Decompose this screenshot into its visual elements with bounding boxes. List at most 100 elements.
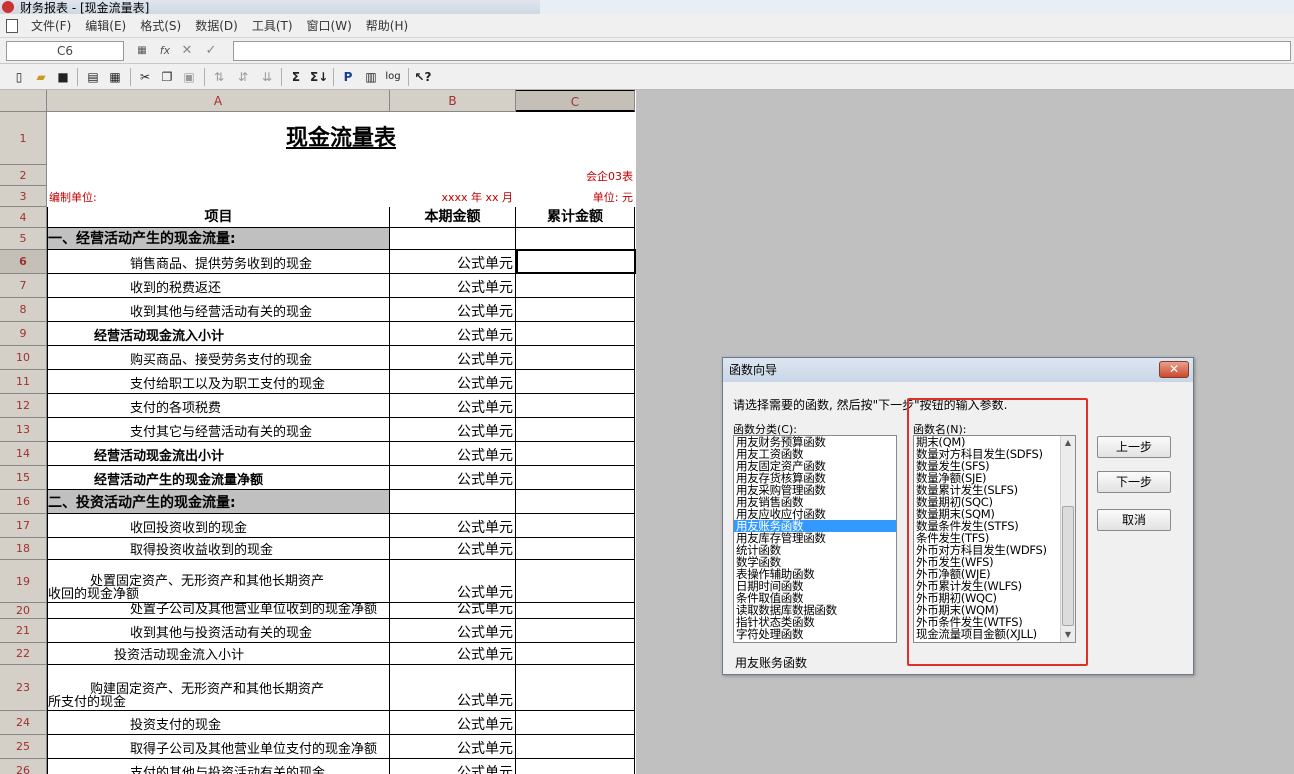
cut-icon[interactable]: ✂ xyxy=(136,68,154,86)
cell-c22[interactable] xyxy=(516,643,635,665)
close-button[interactable]: ✕ xyxy=(1159,361,1189,378)
row-header-25[interactable]: 25 xyxy=(0,735,47,759)
row-header-18[interactable]: 18 xyxy=(0,538,47,560)
filter-icon[interactable]: ⇊ xyxy=(258,68,276,86)
row-header-16[interactable]: 16 xyxy=(0,490,47,514)
cell-c20[interactable] xyxy=(516,603,635,619)
cell-b14[interactable]: 公式单元 xyxy=(390,442,516,466)
menu-file[interactable]: 文件(F) xyxy=(24,17,78,34)
cell-a19[interactable]: 处置固定资产、无形资产和其他长期资产 收回的现金净额 xyxy=(47,560,390,603)
row-header-12[interactable]: 12 xyxy=(0,394,47,418)
cell-c18[interactable] xyxy=(516,538,635,560)
cancel-icon[interactable]: ✕ xyxy=(178,42,196,60)
row-header-2[interactable]: 2 xyxy=(0,165,47,186)
new-icon[interactable]: ▯ xyxy=(10,68,28,86)
cell-a20[interactable]: 处置子公司及其他营业单位收到的现金净额 xyxy=(47,603,390,619)
cell-b7[interactable]: 公式单元 xyxy=(390,274,516,298)
cell-a23[interactable]: 购建固定资产、无形资产和其他长期资产 所支付的现金 xyxy=(47,665,390,711)
row-header-22[interactable]: 22 xyxy=(0,643,47,665)
cell-a14[interactable]: 经营活动现金流出小计 xyxy=(47,442,390,466)
cell-c8[interactable] xyxy=(516,298,635,322)
header-item[interactable]: 项目 xyxy=(47,207,390,228)
category-item[interactable]: 字符处理函数 xyxy=(734,628,896,640)
cell-c14[interactable] xyxy=(516,442,635,466)
cell-b5[interactable] xyxy=(390,228,516,250)
row-header-9[interactable]: 9 xyxy=(0,322,47,346)
menu-tools[interactable]: 工具(T) xyxy=(245,17,300,34)
row-header-3[interactable]: 3 xyxy=(0,186,47,207)
row-header-11[interactable]: 11 xyxy=(0,370,47,394)
cell-b8[interactable]: 公式单元 xyxy=(390,298,516,322)
scroll-down-icon[interactable]: ▼ xyxy=(1061,628,1075,642)
formula-input[interactable] xyxy=(233,41,1291,61)
cell-a21[interactable]: 收到其他与投资活动有关的现金 xyxy=(47,619,390,643)
unit-label[interactable]: 单位: 元 xyxy=(516,186,635,207)
save-icon[interactable]: ■ xyxy=(54,68,72,86)
cell-a26[interactable]: 支付的其他与投资活动有关的现金 xyxy=(47,759,390,774)
paste-icon[interactable]: ▣ xyxy=(180,68,198,86)
menu-data[interactable]: 数据(D) xyxy=(188,17,245,34)
scroll-thumb[interactable] xyxy=(1062,506,1074,626)
scroll-up-icon[interactable]: ▲ xyxy=(1061,436,1075,450)
cancel-button[interactable]: 取消 xyxy=(1097,509,1171,531)
row-header-23[interactable]: 23 xyxy=(0,665,47,711)
sort-asc-icon[interactable]: ⇅ xyxy=(210,68,228,86)
cell-a7[interactable]: 收到的税费返还 xyxy=(47,274,390,298)
sum-icon[interactable]: Σ xyxy=(287,68,305,86)
cell-a13[interactable]: 支付其它与经营活动有关的现金 xyxy=(47,418,390,442)
copy-icon[interactable]: ❐ xyxy=(158,68,176,86)
p-icon[interactable]: P xyxy=(339,68,357,86)
menu-format[interactable]: 格式(S) xyxy=(133,17,188,34)
row-header-26[interactable]: 26 xyxy=(0,759,47,774)
cell-b26[interactable]: 公式单元 xyxy=(390,759,516,774)
row-header-4[interactable]: 4 xyxy=(0,207,47,228)
cell-c10[interactable] xyxy=(516,346,635,370)
cell-c21[interactable] xyxy=(516,619,635,643)
confirm-icon[interactable]: ✓ xyxy=(202,42,220,60)
cell-a25[interactable]: 取得子公司及其他营业单位支付的现金净额 xyxy=(47,735,390,759)
cell-a17[interactable]: 收回投资收到的现金 xyxy=(47,514,390,538)
cell-c23[interactable] xyxy=(516,665,635,711)
fx-icon[interactable]: fx xyxy=(156,42,174,60)
select-all-corner[interactable] xyxy=(0,90,47,112)
row-header-15[interactable]: 15 xyxy=(0,466,47,490)
row-header-1[interactable]: 1 xyxy=(0,112,47,165)
row-header-10[interactable]: 10 xyxy=(0,346,47,370)
cell-c25[interactable] xyxy=(516,735,635,759)
log-icon[interactable]: log xyxy=(384,68,402,86)
function-item[interactable]: 现金流量项目金额(XJLL) xyxy=(914,628,1075,640)
next-step-button[interactable]: 下一步 xyxy=(1097,471,1171,493)
cell-c11[interactable] xyxy=(516,370,635,394)
cell-a10[interactable]: 购买商品、接受劳务支付的现金 xyxy=(47,346,390,370)
cell-b22[interactable]: 公式单元 xyxy=(390,643,516,665)
cell-b10[interactable]: 公式单元 xyxy=(390,346,516,370)
row-header-5[interactable]: 5 xyxy=(0,228,47,250)
print-icon[interactable]: ▦ xyxy=(106,68,124,86)
report-period[interactable]: xxxx 年 xx 月 xyxy=(390,186,516,207)
row-sum-icon[interactable]: Σ↓ xyxy=(310,68,328,86)
cell-a12[interactable]: 支付的各项税费 xyxy=(47,394,390,418)
column-header-c[interactable]: C xyxy=(516,90,635,112)
row-header-6[interactable]: 6 xyxy=(0,250,47,274)
cell-c26[interactable] xyxy=(516,759,635,774)
header-current-amount[interactable]: 本期金额 xyxy=(390,207,516,228)
calculator-icon[interactable]: ▦ xyxy=(133,42,151,60)
function-name-listbox[interactable]: 期末(QM) 数量对方科目发生(SDFS) 数量发生(SFS) 数量净额(SJE) 数量… xyxy=(913,435,1076,643)
cell-b17[interactable]: 公式单元 xyxy=(390,514,516,538)
cell-b15[interactable]: 公式单元 xyxy=(390,466,516,490)
document-icon[interactable] xyxy=(6,18,18,33)
cell-c16[interactable] xyxy=(516,490,635,514)
cell-a18[interactable]: 取得投资收益收到的现金 xyxy=(47,538,390,560)
active-cell-c6[interactable] xyxy=(516,249,636,274)
cell-b13[interactable]: 公式单元 xyxy=(390,418,516,442)
cell-b12[interactable]: 公式单元 xyxy=(390,394,516,418)
cell-b16[interactable] xyxy=(390,490,516,514)
cell-b21[interactable]: 公式单元 xyxy=(390,619,516,643)
row-header-19[interactable]: 19 xyxy=(0,560,47,603)
cell-b6[interactable]: 公式单元 xyxy=(390,250,516,274)
print-preview-icon[interactable]: ▤ xyxy=(84,68,102,86)
row-header-13[interactable]: 13 xyxy=(0,418,47,442)
cell-a6[interactable]: 销售商品、提供劳务收到的现金 xyxy=(47,250,390,274)
function-list-scrollbar[interactable]: ▲ ▼ xyxy=(1060,436,1075,642)
cell-c5[interactable] xyxy=(516,228,635,250)
